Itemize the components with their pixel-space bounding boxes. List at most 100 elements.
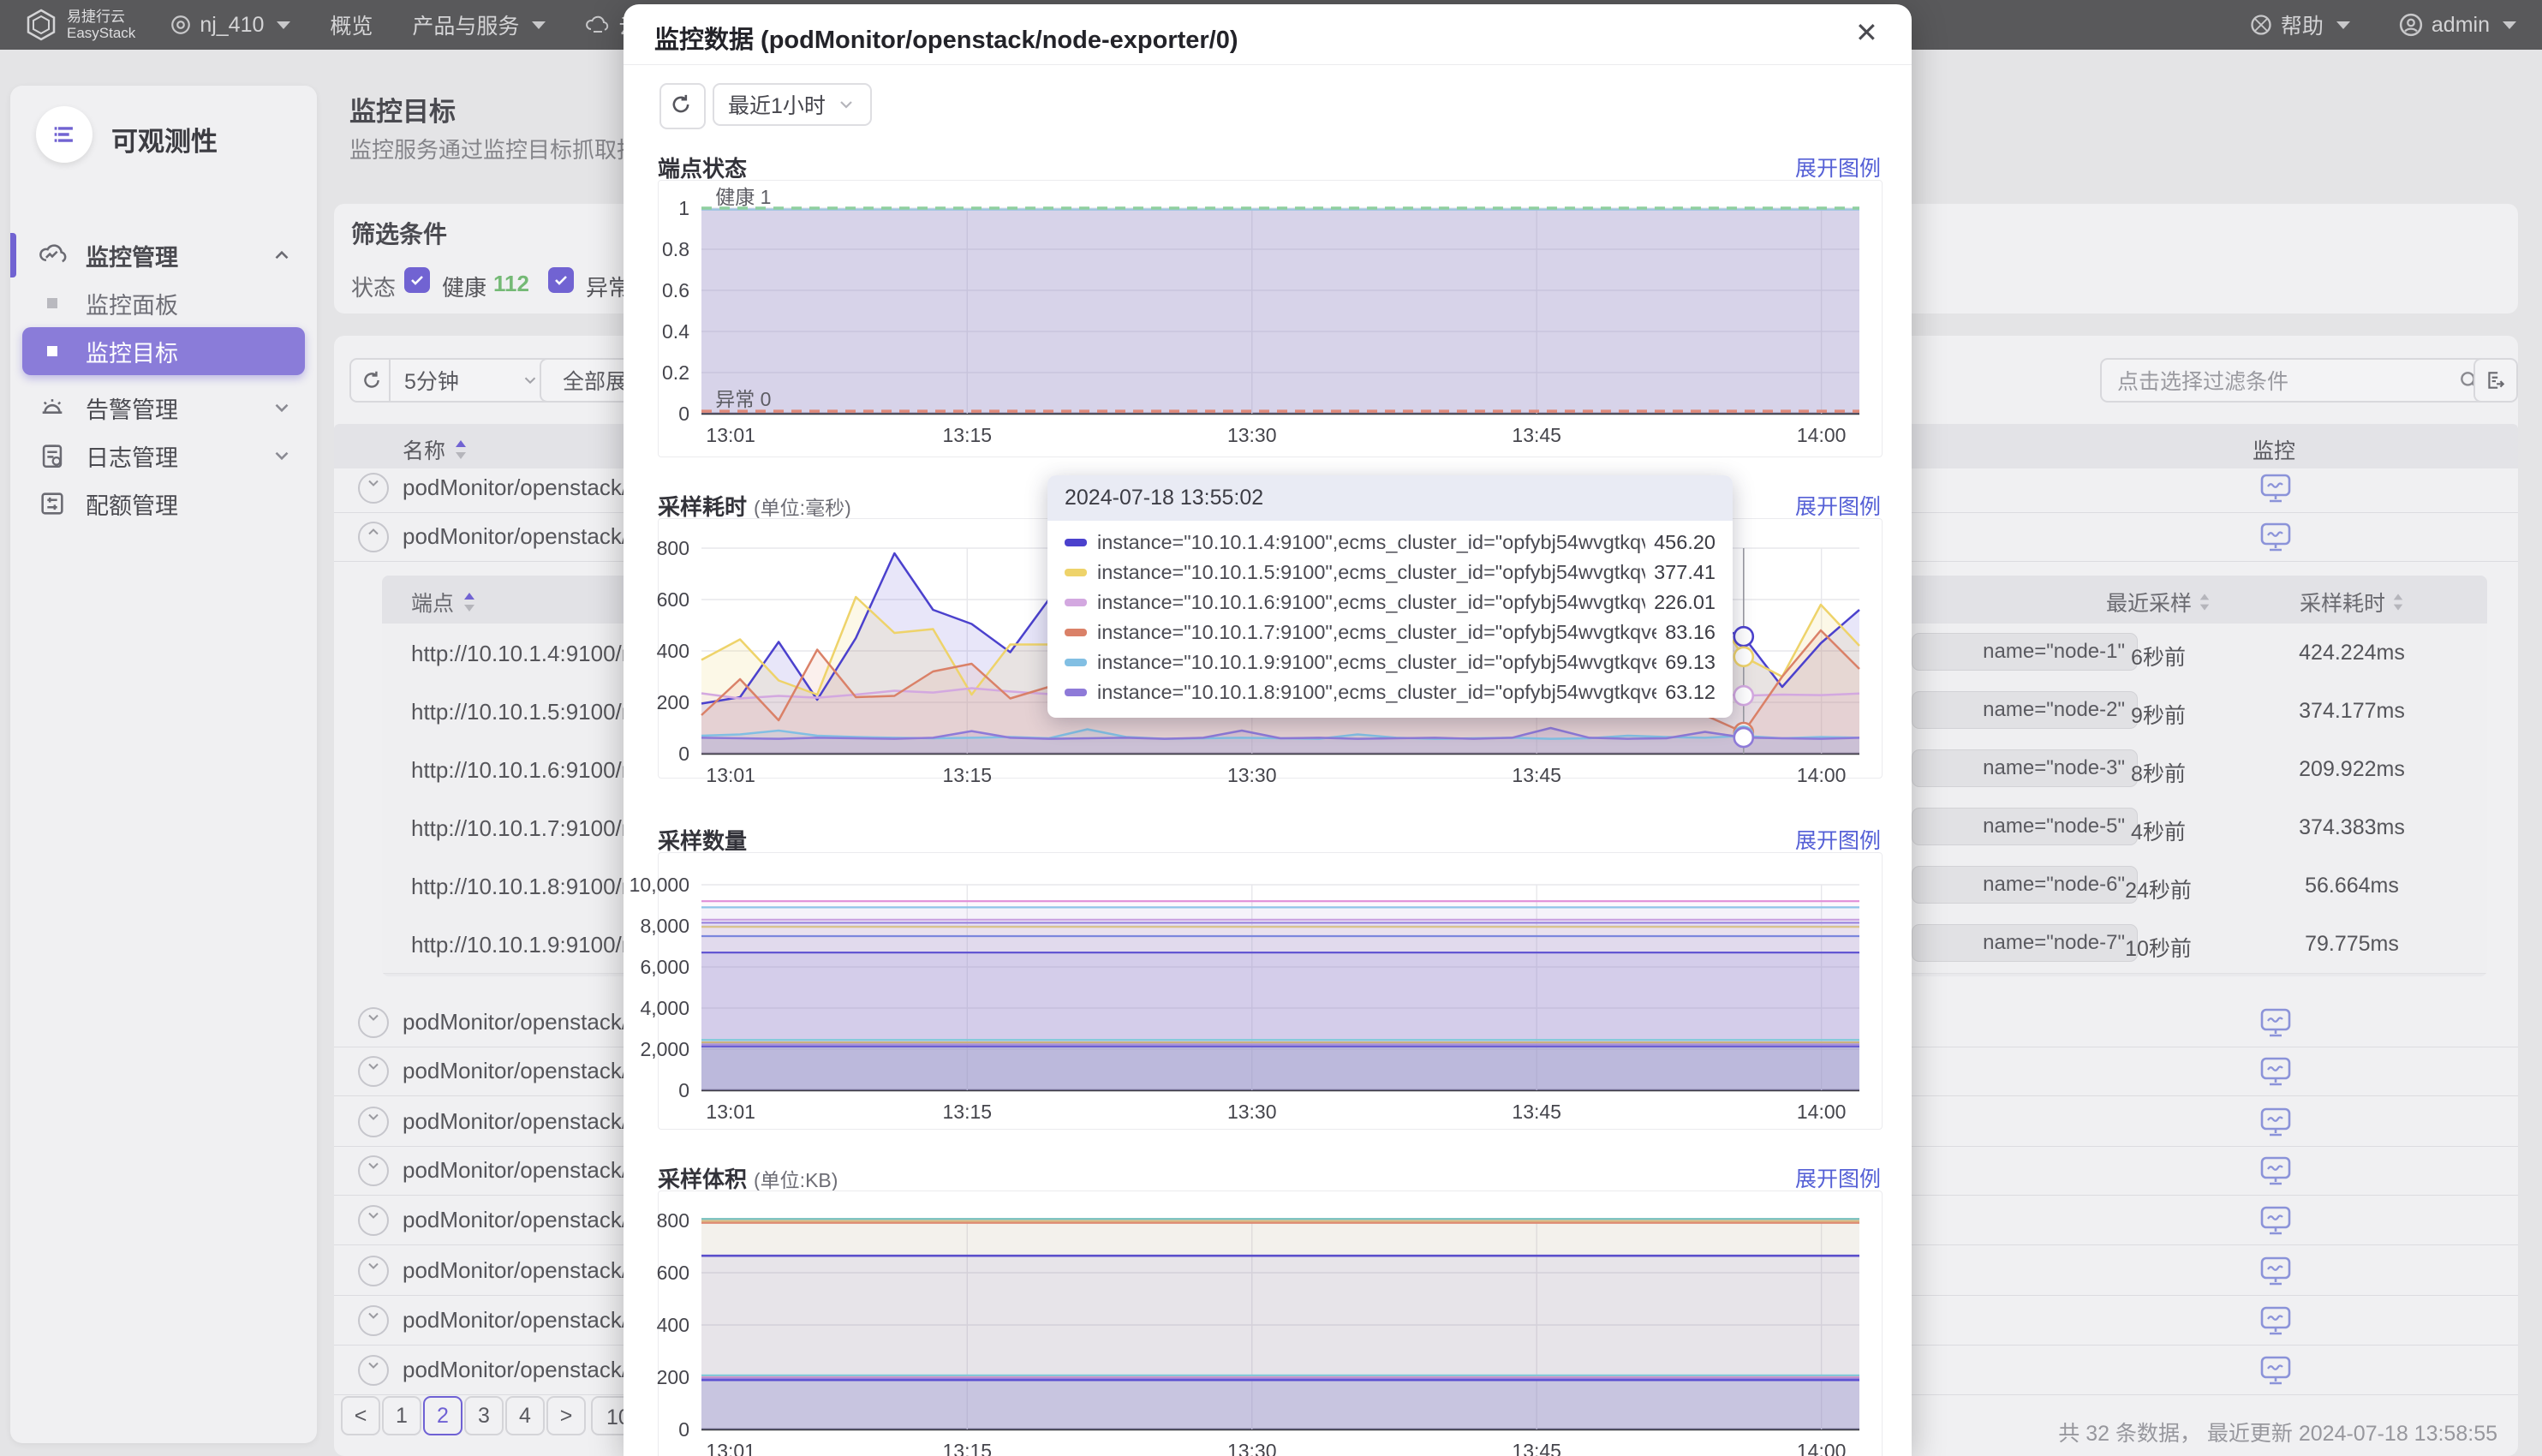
- expand-row-button[interactable]: [358, 1355, 389, 1386]
- row-monitor-button[interactable]: [2259, 1107, 2292, 1137]
- pagination-page-4[interactable]: 4: [505, 1396, 545, 1435]
- modal-title: 监控数据 (podMonitor/openstack/node-exporter…: [654, 20, 1238, 56]
- sidebar-item-log-mgmt[interactable]: 日志管理: [10, 432, 317, 480]
- clipboard-icon: [38, 441, 67, 470]
- series-color-swatch: [1065, 599, 1087, 606]
- tooltip-series-label: instance="10.10.1.6:9100",ecms_cluster_i…: [1097, 591, 1645, 614]
- y-tick-label: 10,000: [624, 874, 689, 897]
- plot-area[interactable]: [701, 1220, 1859, 1429]
- sort-icon: [2199, 592, 2211, 612]
- nav-item-products[interactable]: 产品与服务: [412, 9, 546, 40]
- subcolumn-header-endpoint[interactable]: 端点: [411, 587, 476, 618]
- pagination-page-2[interactable]: 2: [423, 1396, 462, 1435]
- expand-row-button[interactable]: [358, 1256, 389, 1286]
- sliders-icon: [38, 489, 67, 518]
- modal-header-divider: [624, 64, 1912, 65]
- sidebar-title: 可观测性: [111, 120, 218, 158]
- collapse-row-button[interactable]: [358, 522, 389, 552]
- healthy-checkbox[interactable]: [404, 267, 430, 293]
- sidebar-item-monitor-target[interactable]: 监控目标: [22, 327, 305, 375]
- chart-sampling-volume[interactable]: 020040060080013:0113:1513:3013:4514:00: [658, 1190, 1883, 1456]
- sidebar-item-alert-mgmt[interactable]: 告警管理: [10, 384, 317, 432]
- row-monitor-button[interactable]: [2259, 1355, 2292, 1386]
- chevron-down-icon: [277, 21, 290, 29]
- chevron-down-icon: [2336, 21, 2350, 29]
- x-tick-label: 13:30: [1227, 764, 1277, 787]
- expand-row-button[interactable]: [358, 1205, 389, 1236]
- pagination-prev[interactable]: <: [341, 1396, 380, 1435]
- pagination-page-3[interactable]: 3: [464, 1396, 504, 1435]
- pagination-next[interactable]: >: [546, 1396, 586, 1435]
- chart-endpoint-status[interactable]: 00.20.40.60.8113:0113:1513:3013:4514:00健…: [658, 180, 1883, 457]
- sidebar-item-quota-mgmt[interactable]: 配额管理: [10, 480, 317, 528]
- modal-close-button[interactable]: ✕: [1855, 16, 1878, 49]
- x-tick-label: 13:45: [1512, 1101, 1561, 1124]
- plot-area[interactable]: [701, 208, 1859, 414]
- pagination-page-1[interactable]: 1: [382, 1396, 421, 1435]
- expand-row-button[interactable]: [358, 1007, 389, 1038]
- chart-tooltip: 2024-07-18 13:55:02 instance="10.10.1.4:…: [1047, 475, 1733, 718]
- app-switcher-button[interactable]: [36, 106, 92, 163]
- brand-logo[interactable]: 易捷行云EasyStack: [24, 8, 135, 42]
- tooltip-series-value: 456.20: [1645, 531, 1716, 554]
- sidebar-item-monitor-panel[interactable]: 监控面板: [10, 279, 317, 327]
- nav-item-overview[interactable]: 概览: [330, 9, 373, 40]
- time-range-select[interactable]: 最近1小时: [713, 83, 872, 126]
- expand-row-button[interactable]: [358, 1107, 389, 1137]
- user-menu[interactable]: admin: [2398, 12, 2516, 38]
- expand-legend-link-2[interactable]: 展开图例: [1795, 490, 1881, 521]
- y-tick-label: 400: [624, 640, 689, 663]
- x-tick-label: 13:45: [1512, 764, 1561, 787]
- expand-legend-link-1[interactable]: 展开图例: [1795, 152, 1881, 182]
- easystack-hexagon-icon: [24, 8, 58, 42]
- expand-row-button[interactable]: [358, 1056, 389, 1087]
- chevron-down-icon: [532, 21, 546, 29]
- row-monitor-button[interactable]: [2259, 473, 2292, 504]
- endpoint-last-sample: 24秒前: [2081, 874, 2235, 904]
- row-monitor-button[interactable]: [2259, 1256, 2292, 1286]
- endpoint-last-sample: 9秒前: [2081, 699, 2235, 730]
- expand-row-button[interactable]: [358, 1155, 389, 1186]
- row-monitor-button[interactable]: [2259, 1056, 2292, 1087]
- x-tick-label: 13:15: [943, 1440, 993, 1456]
- y-tick-label: 800: [624, 1209, 689, 1232]
- chevron-down-icon: [365, 474, 382, 492]
- endpoint-duration: 374.177ms: [2275, 699, 2429, 724]
- x-tick-label: 13:01: [706, 1101, 755, 1124]
- expand-legend-link-4[interactable]: 展开图例: [1795, 1162, 1881, 1193]
- subcolumn-header-last-sample[interactable]: 最近采样: [2081, 587, 2235, 618]
- cloud-host-icon: [585, 14, 611, 36]
- chart-sampling-count[interactable]: 02,0004,0006,0008,00010,00013:0113:1513:…: [658, 852, 1883, 1130]
- monitor-chart-icon: [2259, 1056, 2292, 1087]
- abnormal-checkbox[interactable]: [548, 267, 574, 293]
- x-tick-label: 14:00: [1797, 1440, 1847, 1456]
- alarm-icon: [38, 393, 67, 422]
- help-menu[interactable]: 帮助: [2249, 9, 2350, 40]
- sidebar-item-monitor-mgmt[interactable]: 监控管理: [10, 231, 317, 279]
- chevron-down-icon: [365, 1157, 382, 1174]
- row-monitor-button[interactable]: [2259, 1305, 2292, 1336]
- expand-row-button[interactable]: [358, 473, 389, 504]
- chevron-down-icon: [365, 1009, 382, 1026]
- tooltip-timestamp: 2024-07-18 13:55:02: [1047, 475, 1733, 521]
- row-monitor-button[interactable]: [2259, 1155, 2292, 1186]
- expand-row-button[interactable]: [358, 1305, 389, 1336]
- row-monitor-button[interactable]: [2259, 522, 2292, 552]
- y-tick-label: 0: [624, 403, 689, 426]
- section-title-sampling-duration: 采样耗时(单位:毫秒): [658, 490, 851, 522]
- row-monitor-button[interactable]: [2259, 1205, 2292, 1236]
- plot-area[interactable]: [701, 885, 1859, 1090]
- region-selector[interactable]: nj_410: [170, 13, 290, 38]
- modal-refresh-button[interactable]: [659, 83, 706, 129]
- chevron-down-icon: [365, 1058, 382, 1075]
- tooltip-series-row: instance="10.10.1.7:9100",ecms_cluster_i…: [1047, 618, 1733, 647]
- modal-monitoring-data: 监控数据 (podMonitor/openstack/node-exporter…: [624, 4, 1912, 1456]
- endpoint-last-sample: 6秒前: [2081, 641, 2235, 671]
- subcolumn-header-duration[interactable]: 采样耗时: [2275, 587, 2429, 618]
- x-tick-label: 13:45: [1512, 424, 1561, 447]
- row-monitor-button[interactable]: [2259, 1007, 2292, 1038]
- series-color-swatch: [1065, 629, 1087, 636]
- expand-legend-link-3[interactable]: 展开图例: [1795, 824, 1881, 855]
- check-icon: [409, 272, 426, 289]
- section-title-sampling-volume: 采样体积(单位:KB): [658, 1162, 838, 1194]
